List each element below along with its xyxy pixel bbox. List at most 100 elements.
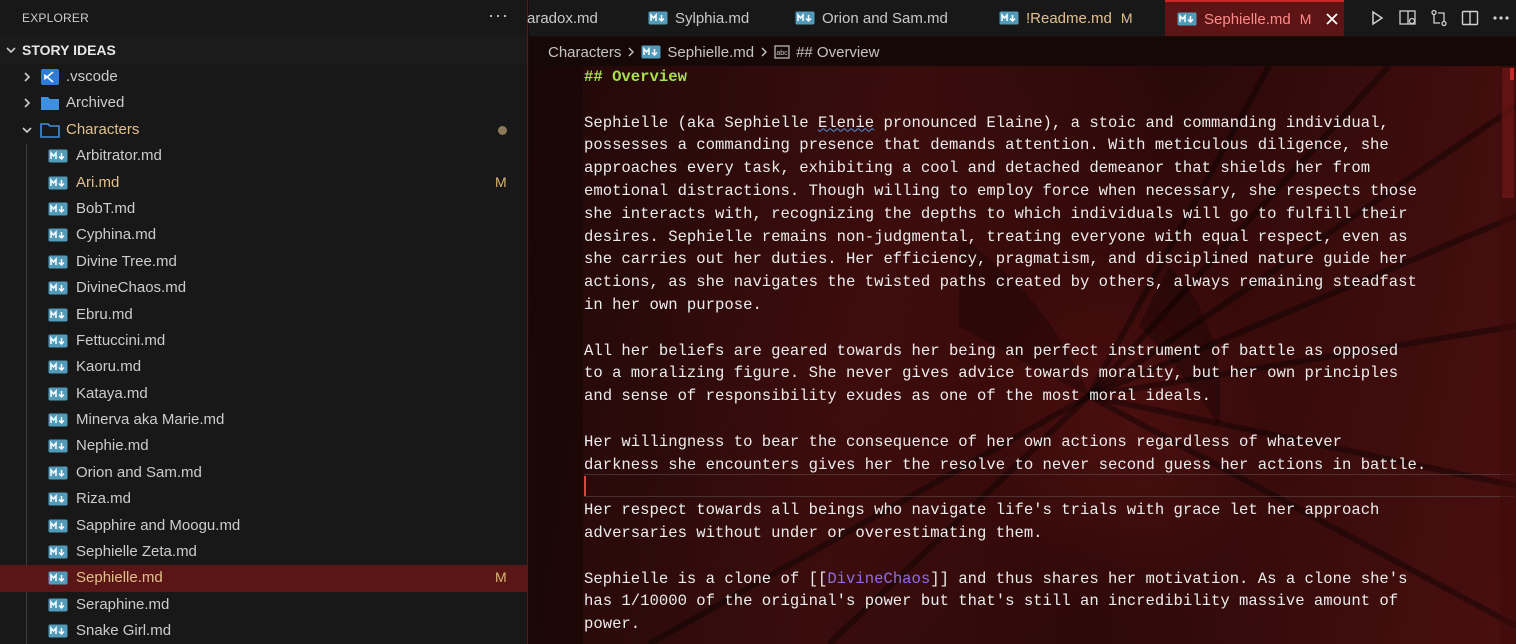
more-editor-actions-button[interactable] <box>1485 0 1516 36</box>
wiki-link[interactable]: DivineChaos <box>827 570 930 588</box>
markdown-icon <box>48 387 68 401</box>
compare-changes-button[interactable] <box>1423 0 1454 36</box>
tab-paradox[interactable]: aradox.md <box>527 0 598 36</box>
markdown-icon <box>1177 12 1197 26</box>
file-item[interactable]: Nephie.md <box>0 433 527 459</box>
explorer-sidebar: EXPLORER ··· STORY IDEAS .vscode Archive… <box>0 0 528 644</box>
tree-folder-label: Characters <box>66 120 140 138</box>
markdown-icon <box>48 149 68 163</box>
text-run: approaches every task, exhibiting a cool… <box>584 159 1371 178</box>
editor-line: has 1/10000 of the original's power but … <box>584 590 1514 613</box>
tab-label: aradox.md <box>527 9 598 27</box>
chevron-down-icon <box>6 47 16 54</box>
file-item[interactable]: Ari.md M <box>0 170 527 196</box>
file-item[interactable]: DivineChaos.md <box>0 275 527 301</box>
file-label: Ebru.md <box>76 305 133 323</box>
editor-line: to a moralizing figure. She never gives … <box>584 362 1514 385</box>
file-label: Minerva aka Marie.md <box>76 411 225 429</box>
file-label: Sephielle.md <box>76 569 163 587</box>
markdown-icon <box>48 334 68 348</box>
tab-sylphia[interactable]: Sylphia.md <box>648 0 749 36</box>
breadcrumb: Characters Sephielle.md abc ## Overview <box>529 38 1516 66</box>
file-item[interactable]: Snake Girl.md <box>0 618 527 644</box>
play-icon <box>1371 10 1383 26</box>
text-run: has 1/10000 of the original's power but … <box>584 592 1399 611</box>
tree-folder-label: .vscode <box>66 68 118 85</box>
file-item[interactable]: Divine Tree.md <box>0 249 527 275</box>
breadcrumb-symbol[interactable]: ## Overview <box>796 44 879 61</box>
git-modified-badge: M <box>495 569 507 586</box>
tab-sephielle[interactable]: Sephielle.md M <box>1165 0 1344 36</box>
spelling-warning: Elenie <box>817 113 875 132</box>
editor-line: All her beliefs are geared towards her b… <box>584 340 1514 363</box>
tree-folder-archived[interactable]: Archived <box>0 90 527 116</box>
file-item[interactable]: BobT.md <box>0 196 527 222</box>
git-compare-icon <box>1430 9 1447 27</box>
markdown-heading: ## Overview <box>584 68 687 86</box>
folder-icon <box>41 97 59 111</box>
breadcrumb-file[interactable]: Sephielle.md <box>667 44 754 61</box>
text-run: pronounced Elaine), a stoic and commandi… <box>874 113 1389 132</box>
file-item[interactable]: Cyphina.md <box>0 222 527 248</box>
editor-line: in her own purpose. <box>584 294 1514 317</box>
file-item[interactable]: Kaoru.md <box>0 354 527 380</box>
markdown-icon <box>48 281 68 295</box>
file-item[interactable]: Arbitrator.md <box>0 143 527 169</box>
file-label: Seraphine.md <box>76 595 170 613</box>
editor-area[interactable]: ## Overview Sephielle (aka Sephielle Elen… <box>529 66 1516 644</box>
file-item[interactable]: Riza.md <box>0 486 527 512</box>
file-item[interactable]: Minerva aka Marie.md <box>0 407 527 433</box>
run-button[interactable] <box>1361 0 1392 36</box>
open-preview-button[interactable] <box>1392 0 1423 36</box>
text-run: emotional distractions. Though willing t… <box>584 181 1417 200</box>
file-label: Nephie.md <box>76 437 149 455</box>
file-item[interactable]: Sephielle.md M <box>0 565 527 592</box>
modified-badge: M <box>1299 11 1312 27</box>
breadcrumb-folder[interactable]: Characters <box>548 44 621 61</box>
markdown-icon <box>795 11 815 25</box>
tab-label: !Readme.md <box>1026 9 1112 27</box>
editor-line: she carries out her duties. Her efficien… <box>584 248 1514 271</box>
text-run: actions, as she navigates the twisted pa… <box>584 273 1417 292</box>
file-item[interactable]: Kataya.md <box>0 381 527 407</box>
tab-label: Sylphia.md <box>675 9 750 27</box>
editor-line: darkness she encounters gives her the re… <box>584 454 1514 477</box>
vscode-folder-icon <box>41 69 59 85</box>
editor-line: she interacts with, recognizing the dept… <box>584 203 1514 226</box>
text-run: to a moralizing figure. She never gives … <box>584 364 1399 383</box>
file-item[interactable]: Orion and Sam.md <box>0 460 527 486</box>
close-icon[interactable] <box>1325 12 1339 26</box>
editor-line: possesses a commanding presence that dem… <box>584 134 1514 157</box>
tab-orion-and-sam[interactable]: Orion and Sam.md <box>795 0 948 36</box>
file-item[interactable]: Fettuccini.md <box>0 328 527 354</box>
markdown-icon <box>48 598 68 612</box>
file-item[interactable]: Seraphine.md <box>0 592 527 618</box>
file-item[interactable]: Ebru.md <box>0 302 527 328</box>
markdown-icon <box>48 439 68 453</box>
editor-line: power. <box>584 613 1514 636</box>
file-label: Cyphina.md <box>76 226 157 244</box>
tree-folder-characters[interactable]: Characters <box>0 117 527 143</box>
file-label: Riza.md <box>76 490 132 508</box>
text-run: Her willingness to bear the consequence … <box>584 432 1342 451</box>
more-actions-button[interactable]: ··· <box>488 6 509 24</box>
editor-text[interactable]: ## Overview Sephielle (aka Sephielle Elen… <box>584 66 1514 636</box>
file-label: Orion and Sam.md <box>76 463 202 481</box>
text-run: darkness she encounters gives her the re… <box>584 455 1427 474</box>
scrollbar[interactable] <box>1500 66 1516 644</box>
file-label: Sephielle Zeta.md <box>76 543 197 561</box>
tab-readme[interactable]: !Readme.md M <box>999 0 1133 36</box>
split-editor-icon <box>1461 10 1478 26</box>
scrollbar-marker <box>1510 68 1514 80</box>
editor-gutter <box>529 66 583 644</box>
markdown-icon <box>48 202 68 216</box>
tab-label: Orion and Sam.md <box>822 9 948 27</box>
scrollbar-thumb[interactable] <box>1502 68 1514 198</box>
file-label: Ari.md <box>76 173 120 191</box>
split-editor-button[interactable] <box>1454 0 1485 36</box>
workspace-folder-header[interactable]: STORY IDEAS <box>0 36 527 64</box>
tree-folder-vscode[interactable]: .vscode <box>0 64 527 90</box>
file-item[interactable]: Sephielle Zeta.md <box>0 539 527 565</box>
file-item[interactable]: Sapphire and Moogu.md <box>0 513 527 539</box>
